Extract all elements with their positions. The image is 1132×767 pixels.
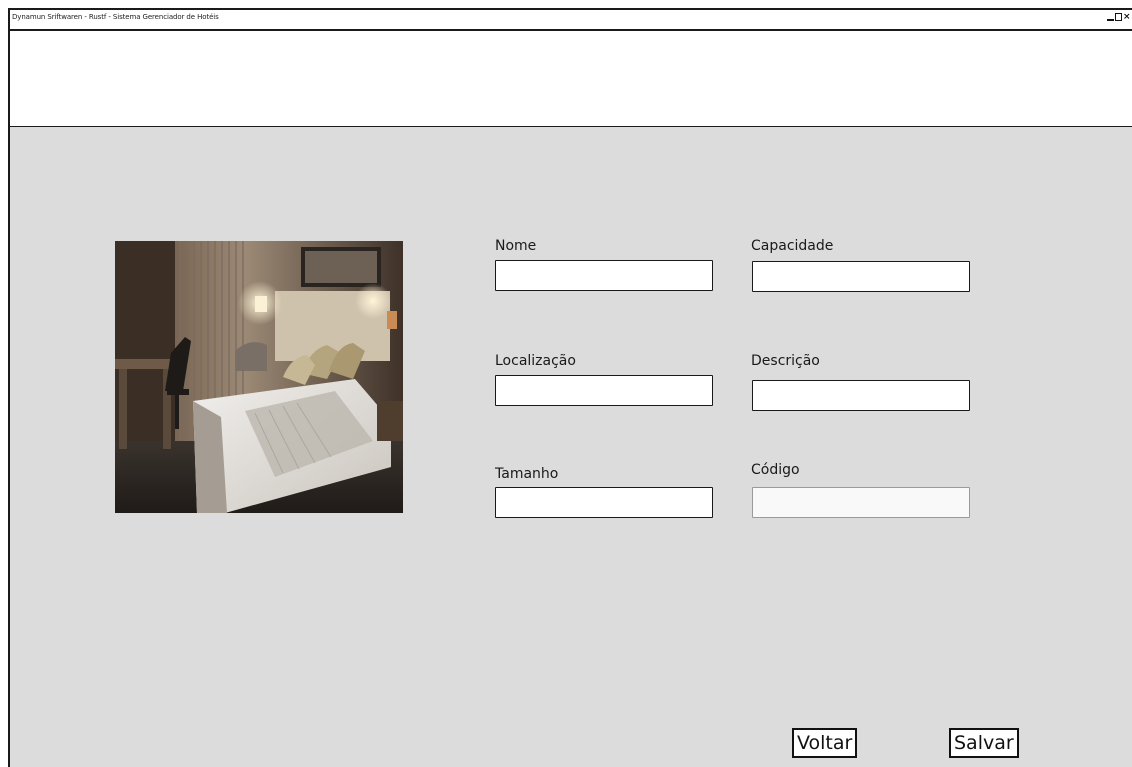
- capacidade-input[interactable]: [752, 261, 970, 292]
- hotel-room-photo: [115, 241, 403, 513]
- window-title: Dynamun Sriftwaren - Rustf - Sistema Ger…: [12, 13, 219, 21]
- localizacao-label: Localização: [495, 353, 576, 369]
- window-controls: ×: [1107, 11, 1131, 23]
- minimize-icon[interactable]: [1107, 11, 1114, 23]
- nome-input[interactable]: [495, 260, 713, 291]
- capacidade-label: Capacidade: [751, 238, 834, 254]
- maximize-icon[interactable]: [1115, 11, 1122, 23]
- tamanho-label: Tamanho: [495, 466, 559, 482]
- codigo-input[interactable]: [752, 487, 970, 518]
- close-icon[interactable]: ×: [1123, 11, 1131, 23]
- title-bar: Dynamun Sriftwaren - Rustf - Sistema Ger…: [10, 10, 1132, 31]
- salvar-button[interactable]: Salvar: [949, 728, 1019, 758]
- voltar-button[interactable]: Voltar: [792, 728, 858, 758]
- room-form-panel: Nome Capacidade Localização Descrição Ta…: [10, 127, 1132, 767]
- app-window: Dynamun Sriftwaren - Rustf - Sistema Ger…: [8, 8, 1132, 767]
- localizacao-input[interactable]: [495, 375, 713, 406]
- codigo-label: Código: [751, 462, 800, 478]
- descricao-label: Descrição: [751, 353, 820, 369]
- descricao-input[interactable]: [752, 380, 970, 411]
- header-area: [10, 31, 1132, 128]
- tamanho-input[interactable]: [495, 487, 713, 518]
- nome-label: Nome: [495, 238, 537, 254]
